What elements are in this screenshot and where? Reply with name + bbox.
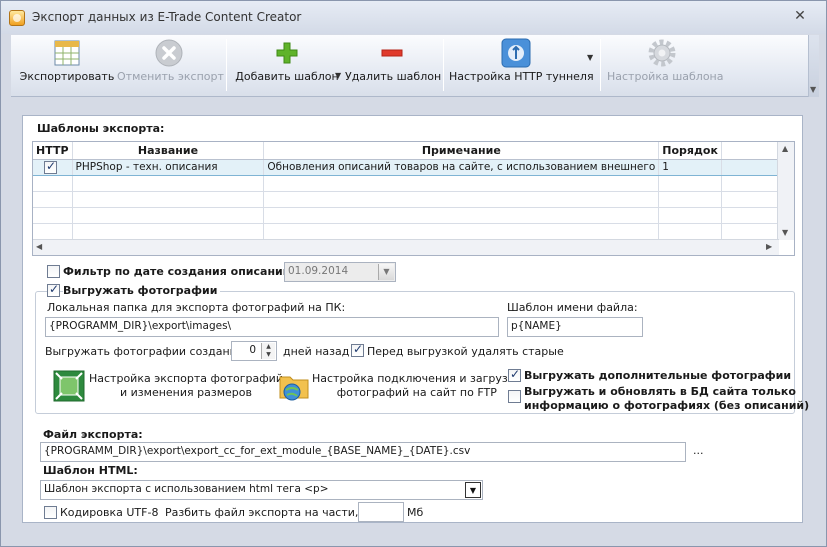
ftp-settings-label: Настройка подключения и загрузки фотогра…	[312, 372, 522, 399]
delete-template-label: Удалить шаблон	[345, 70, 442, 83]
date-filter-checkbox[interactable]	[47, 265, 60, 278]
ftp-folder-icon	[279, 376, 309, 401]
column-header-order[interactable]: Порядок	[658, 142, 722, 160]
filename-template-input[interactable]: p{NAME}	[507, 317, 643, 337]
date-filter-field[interactable]: 01.09.2014 ▼	[284, 262, 396, 282]
toolbar: Экспортировать Отменить экспорт Добавить…	[11, 35, 819, 97]
table-row[interactable]	[33, 175, 794, 192]
usb-tunnel-icon	[501, 38, 531, 68]
utf8-checkbox[interactable]	[44, 506, 57, 519]
scroll-down-icon[interactable]: ▼	[782, 228, 788, 237]
extra-photos-label: Выгружать дополнительные фотографии	[524, 369, 792, 382]
photos-created-label: Выгружать фотографии созданные	[45, 345, 253, 358]
vertical-scrollbar[interactable]: ▲ ▼	[777, 142, 794, 240]
cancel-icon	[155, 39, 183, 67]
filename-template-label: Шаблон имени файла:	[507, 301, 638, 314]
table-row[interactable]: PHPShop - техн. описания Обновления опис…	[33, 158, 794, 176]
split-size-input[interactable]	[358, 502, 404, 522]
days-value: 0	[249, 344, 256, 356]
title-bar: Экспорт данных из E-Trade Content Creato…	[1, 1, 826, 34]
column-header-name[interactable]: Название	[72, 142, 265, 160]
export-label: Экспортировать	[19, 70, 115, 83]
spin-up-icon[interactable]: ▲	[262, 343, 275, 351]
spin-down-icon[interactable]: ▼	[262, 351, 275, 359]
chevron-down-icon: ▼	[810, 85, 817, 94]
table-row[interactable]	[33, 207, 794, 224]
templates-grid[interactable]: HTTP Название Примечание Порядок PHPShop…	[32, 141, 795, 256]
gear-icon	[648, 39, 676, 67]
html-template-select[interactable]: Шаблон экспорта с использованием html те…	[40, 480, 483, 500]
template-settings-label: Настройка шаблона	[607, 70, 724, 83]
update-db-checkbox[interactable]	[508, 390, 521, 403]
table-row[interactable]	[33, 191, 794, 208]
split-unit-label: Мб	[407, 506, 424, 519]
resize-settings-button[interactable]: Настройка экспорта фотографий и изменени…	[53, 370, 283, 406]
column-header-http[interactable]: HTTP	[33, 142, 73, 160]
template-settings-button[interactable]: Настройка шаблона	[607, 35, 724, 93]
chevron-down-icon[interactable]: ▼	[335, 71, 341, 80]
cancel-export-button[interactable]: Отменить экспорт	[117, 35, 224, 93]
http-checkbox[interactable]	[44, 160, 57, 174]
date-filter-value: 01.09.2014	[288, 265, 349, 277]
table-row[interactable]	[33, 223, 794, 240]
html-template-label: Шаблон HTML:	[43, 464, 138, 477]
export-photos-label: Выгружать фотографии	[63, 284, 221, 297]
local-folder-label: Локальная папка для экспорта фотографий …	[47, 301, 346, 314]
add-template-button[interactable]: Добавить шаблон	[233, 35, 341, 93]
row-note: Обновления описаний товаров на сайте, с …	[263, 158, 660, 176]
chevron-down-icon[interactable]: ▼	[378, 264, 394, 280]
browse-button[interactable]: ...	[693, 444, 704, 457]
chevron-down-icon[interactable]: ▼	[465, 482, 481, 498]
export-button[interactable]: Экспортировать	[19, 35, 115, 93]
export-photos-checkbox[interactable]	[47, 282, 60, 297]
delete-template-button[interactable]: Удалить шаблон	[345, 35, 442, 93]
scroll-left-icon[interactable]: ◀	[36, 242, 42, 251]
utf8-label: Кодировка UTF-8	[60, 506, 159, 519]
close-icon[interactable]: ✕	[788, 6, 812, 26]
extra-photos-checkbox[interactable]	[508, 367, 521, 382]
delete-old-label: Перед выгрузкой удалять старые	[367, 345, 564, 358]
http-tunnel-button[interactable]: Настройка HTTP туннеля	[449, 35, 594, 93]
delete-old-checkbox[interactable]	[351, 342, 364, 357]
split-label: Разбить файл экспорта на части, по:	[165, 506, 380, 519]
html-template-value: Шаблон экспорта с использованием html те…	[44, 483, 329, 495]
templates-heading: Шаблоны экспорта:	[37, 122, 165, 135]
date-filter-label: Фильтр по дате создания описаний	[63, 265, 291, 278]
export-table-icon	[54, 40, 80, 66]
ftp-settings-button[interactable]: Настройка подключения и загрузки фотогра…	[278, 370, 522, 406]
http-tunnel-label: Настройка HTTP туннеля	[449, 70, 594, 83]
resize-settings-label: Настройка экспорта фотографий и изменени…	[89, 372, 283, 399]
export-window: Экспорт данных из E-Trade Content Creato…	[0, 0, 827, 547]
app-icon	[9, 10, 25, 26]
update-db-label: Выгружать и обновлять в БД сайта только …	[524, 385, 810, 412]
chevron-down-icon[interactable]: ▼	[587, 53, 593, 62]
spin-buttons[interactable]: ▲ ▼	[261, 343, 275, 359]
toolbar-separator	[443, 39, 444, 91]
days-stepper[interactable]: 0 ▲ ▼	[231, 341, 277, 361]
toolbar-separator	[226, 39, 227, 91]
horizontal-scrollbar[interactable]: ◀ ▶	[33, 239, 779, 255]
scroll-right-icon[interactable]: ▶	[766, 242, 772, 251]
plus-icon	[276, 42, 298, 64]
cancel-export-label: Отменить экспорт	[117, 70, 224, 83]
export-file-label: Файл экспорта:	[43, 428, 143, 441]
toolbar-separator	[600, 39, 601, 91]
scroll-up-icon[interactable]: ▲	[782, 144, 788, 153]
minus-icon	[381, 49, 403, 57]
local-folder-input[interactable]: {PROGRAMM_DIR}\export\images\	[45, 317, 499, 337]
export-file-input[interactable]: {PROGRAMM_DIR}\export\export_cc_for_ext_…	[40, 442, 686, 462]
row-name: PHPShop - техн. описания	[72, 158, 265, 176]
row-order: 1	[658, 158, 722, 176]
window-title: Экспорт данных из E-Trade Content Creato…	[32, 10, 302, 24]
add-template-label: Добавить шаблон	[235, 70, 339, 83]
settings-panel: Шаблоны экспорта: HTTP Название Примечан…	[22, 115, 809, 523]
resize-image-icon	[53, 370, 85, 402]
column-header-note[interactable]: Примечание	[263, 142, 660, 160]
days-suffix-label: дней назад	[283, 345, 350, 358]
toolbar-overflow-button[interactable]: ▼	[808, 35, 819, 97]
